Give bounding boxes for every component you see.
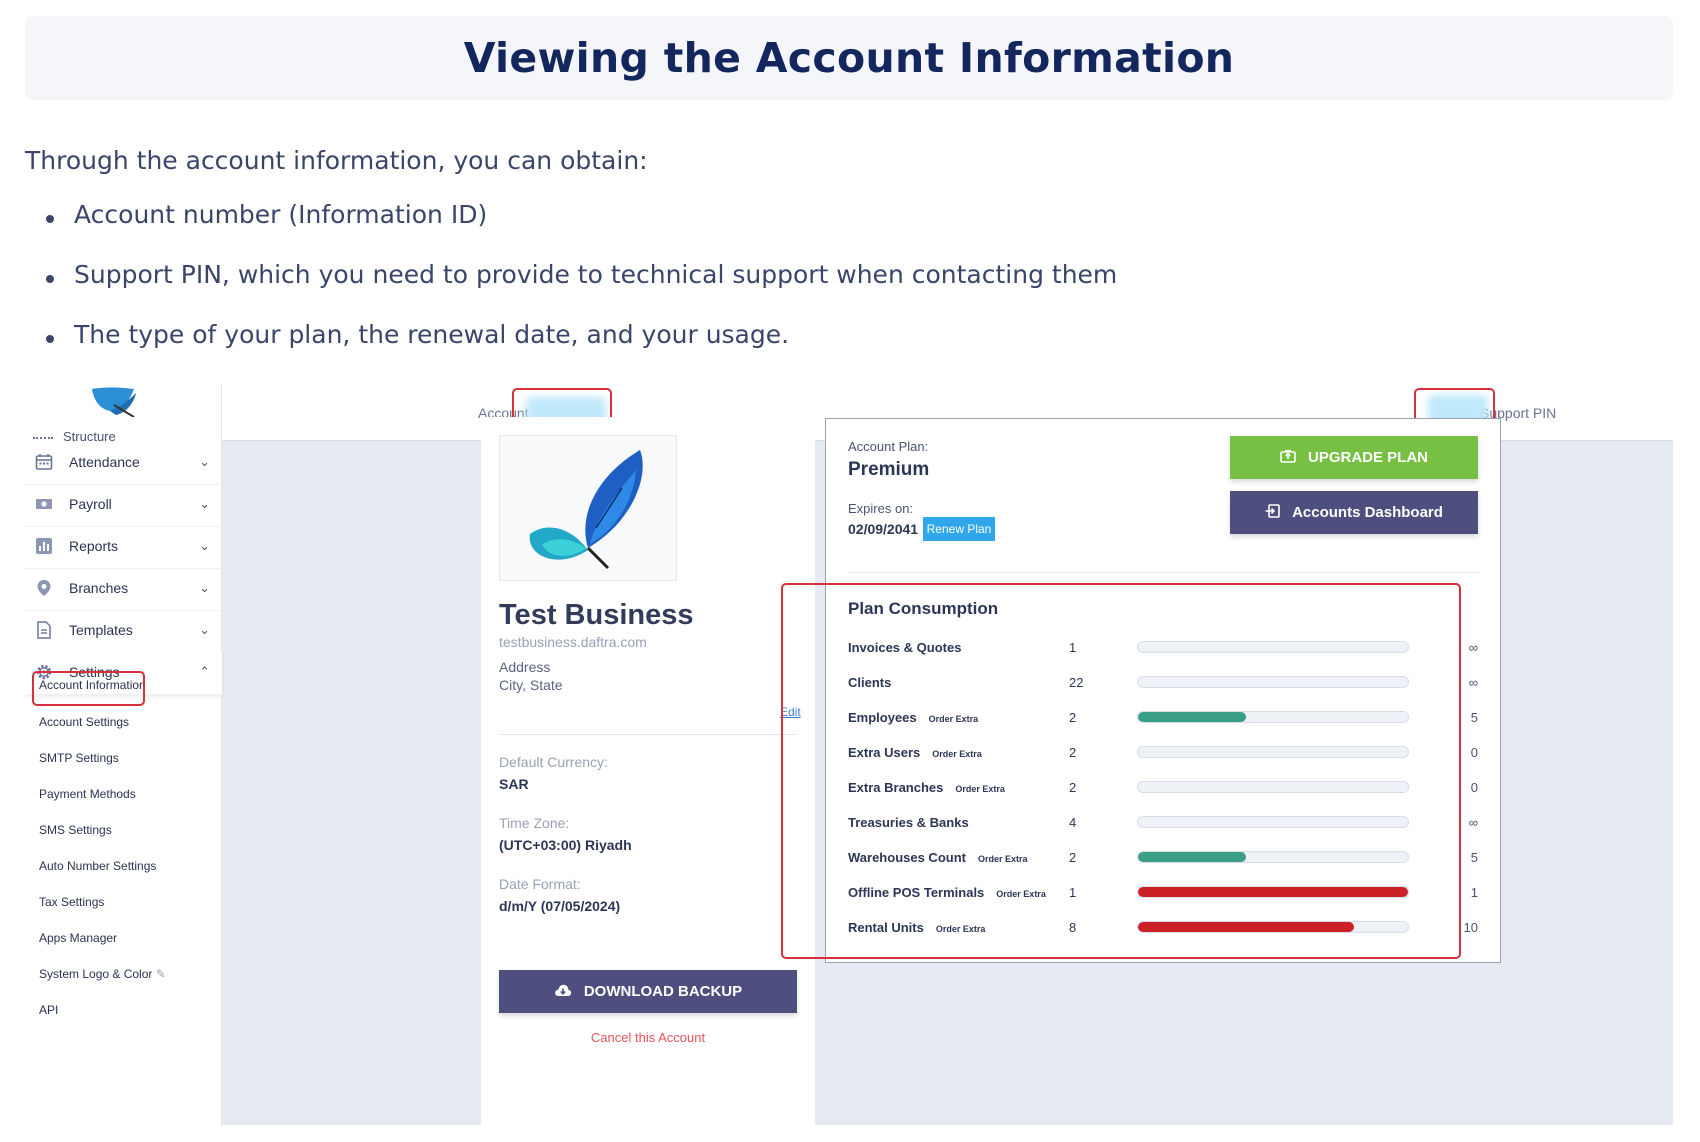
highlight-account-information bbox=[32, 671, 145, 706]
currency-label: Default Currency: bbox=[499, 754, 608, 770]
sidebar-item-label: Reports bbox=[69, 538, 119, 554]
business-card: Test Business testbusiness.daftra.com Ad… bbox=[481, 417, 815, 1125]
dateformat-value: d/m/Y (07/05/2024) bbox=[499, 898, 621, 914]
divider bbox=[848, 572, 1480, 573]
settings-sub-apps-manager[interactable]: Apps Manager bbox=[39, 931, 117, 945]
sign-in-icon bbox=[1265, 504, 1280, 521]
business-url[interactable]: testbusiness.daftra.com bbox=[499, 634, 647, 650]
settings-sub-auto-number[interactable]: Auto Number Settings bbox=[39, 859, 156, 873]
settings-sub-payment-methods[interactable]: Payment Methods bbox=[39, 787, 136, 801]
intro-text: Through the account information, you can… bbox=[25, 146, 648, 175]
sidebar-item-templates[interactable]: Templates ⌄ bbox=[25, 608, 222, 653]
currency-value: SAR bbox=[499, 776, 529, 792]
highlight-plan-consumption bbox=[781, 583, 1461, 959]
timezone-value: (UTC+03:00) Riyadh bbox=[499, 837, 632, 853]
sidebar-item-payroll[interactable]: Payroll ⌄ bbox=[25, 482, 222, 527]
sidebar-item-label: Templates bbox=[69, 622, 133, 638]
settings-sub-system-logo[interactable]: System Logo & Color ✎ bbox=[39, 967, 166, 981]
timezone-label: Time Zone: bbox=[499, 815, 570, 831]
settings-sub-sms[interactable]: SMS Settings bbox=[39, 823, 112, 837]
sidebar-item-reports[interactable]: Reports ⌄ bbox=[25, 524, 222, 569]
location-pin-icon bbox=[34, 578, 54, 598]
cloud-download-icon bbox=[554, 983, 572, 1000]
feature-list: Account number (Information ID) Support … bbox=[25, 200, 1117, 380]
settings-sub-account-settings[interactable]: Account Settings bbox=[39, 715, 129, 729]
expires-label: Expires on: bbox=[848, 501, 914, 516]
address-value: City, State bbox=[499, 677, 563, 693]
list-item: Support PIN, which you need to provide t… bbox=[25, 260, 1117, 320]
chevron-down-icon: ⌄ bbox=[199, 538, 210, 553]
calendar-icon bbox=[34, 452, 54, 472]
settings-sub-tax[interactable]: Tax Settings bbox=[39, 895, 104, 909]
sidebar: Structure Attendance ⌄ Payroll ⌄ Reports… bbox=[25, 385, 222, 1125]
list-item: The type of your plan, the renewal date,… bbox=[25, 320, 1117, 380]
plan-label: Account Plan: bbox=[848, 439, 929, 454]
bar-chart-icon bbox=[34, 536, 54, 556]
butterfly-logo-icon bbox=[499, 435, 677, 581]
pencil-icon: ✎ bbox=[155, 967, 166, 981]
accounts-dashboard-button[interactable]: Accounts Dashboard bbox=[1230, 491, 1478, 534]
page-title: Viewing the Account Information bbox=[463, 34, 1235, 82]
list-item: Account number (Information ID) bbox=[25, 200, 1117, 260]
dateformat-label: Date Format: bbox=[499, 876, 581, 892]
heading-box: Viewing the Account Information bbox=[25, 16, 1673, 100]
download-backup-button[interactable]: DOWNLOAD BACKUP bbox=[499, 970, 797, 1013]
money-icon bbox=[34, 494, 54, 514]
expires-value: 02/09/2041 bbox=[848, 521, 919, 537]
settings-sub-smtp[interactable]: SMTP Settings bbox=[39, 751, 119, 765]
structure-icon bbox=[33, 436, 53, 439]
plan-value: Premium bbox=[848, 459, 930, 480]
chevron-down-icon: ⌄ bbox=[199, 454, 210, 469]
document-icon bbox=[34, 620, 54, 640]
renew-plan-button[interactable]: Renew Plan bbox=[923, 517, 995, 541]
chevron-down-icon: ⌄ bbox=[199, 622, 210, 637]
sidebar-item-label: Branches bbox=[69, 580, 129, 596]
app-screenshot: Account # Support PIN Structure Attendan… bbox=[25, 385, 1673, 1125]
sidebar-item-attendance[interactable]: Attendance ⌄ bbox=[25, 440, 222, 485]
logo-icon bbox=[90, 387, 142, 418]
sidebar-item-label: Payroll bbox=[69, 496, 112, 512]
upgrade-plan-button[interactable]: UPGRADE PLAN bbox=[1230, 436, 1478, 479]
upgrade-icon bbox=[1280, 449, 1296, 466]
sidebar-item-branches[interactable]: Branches ⌄ bbox=[25, 566, 222, 611]
settings-sub-api[interactable]: API bbox=[39, 1003, 58, 1017]
sidebar-item-label: Attendance bbox=[69, 454, 140, 470]
chevron-up-icon: ⌃ bbox=[199, 664, 210, 679]
cancel-account-link[interactable]: Cancel this Account bbox=[481, 1030, 815, 1045]
chevron-down-icon: ⌄ bbox=[199, 580, 210, 595]
chevron-down-icon: ⌄ bbox=[199, 496, 210, 511]
divider bbox=[499, 734, 797, 735]
business-name: Test Business bbox=[499, 599, 694, 631]
address-label: Address bbox=[499, 659, 551, 675]
